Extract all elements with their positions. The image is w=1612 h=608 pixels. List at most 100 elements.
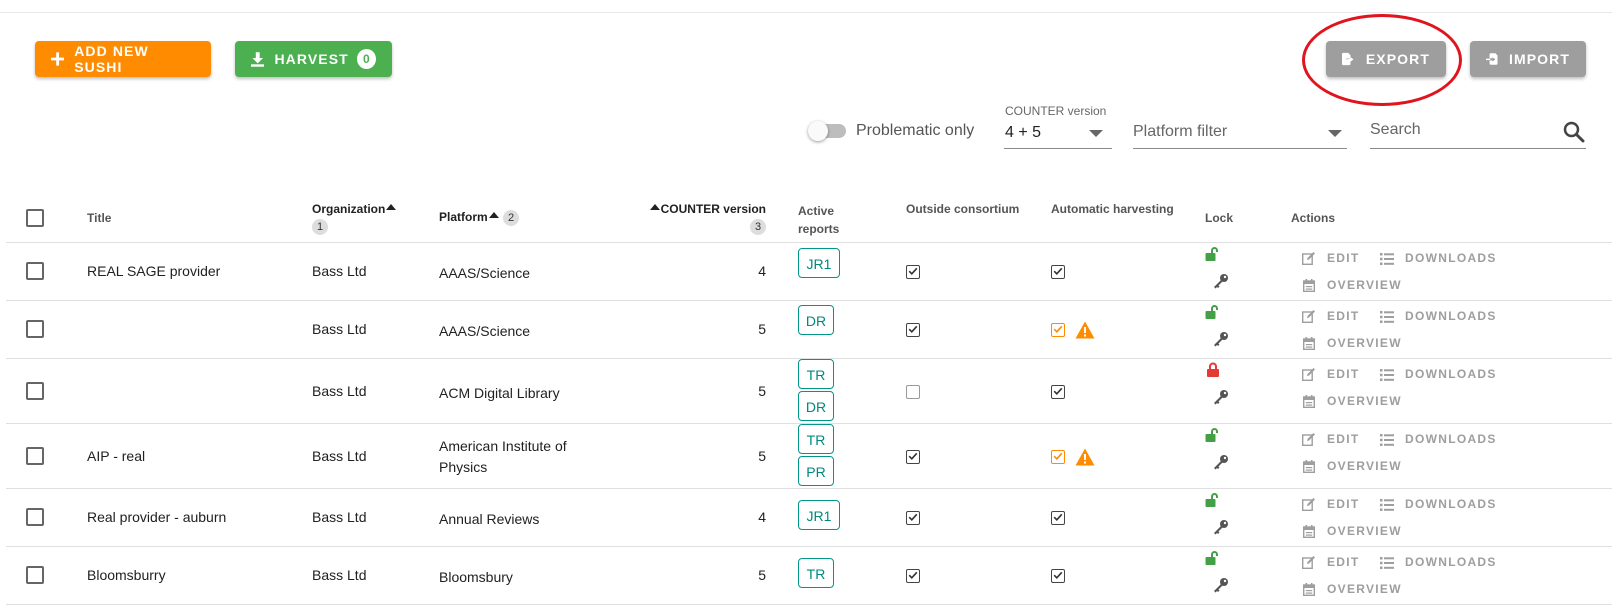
column-header-counter-version[interactable]: COUNTER version 3 <box>640 202 766 235</box>
row-platform[interactable]: AAAS/Science <box>439 263 599 284</box>
row-checkbox[interactable] <box>26 381 44 400</box>
row-checkbox[interactable] <box>26 566 44 584</box>
row-checkbox[interactable] <box>26 446 44 465</box>
row-counter-version: 4 <box>758 263 766 279</box>
pencil-icon <box>1301 433 1315 451</box>
row-platform[interactable]: American Institute of Physics <box>439 436 599 478</box>
lock-open-icon[interactable] <box>1205 246 1221 267</box>
row-platform[interactable]: Bloomsbury <box>439 567 599 588</box>
row-checkbox[interactable] <box>26 508 44 526</box>
report-chip[interactable]: TR <box>798 359 834 389</box>
harvest-label: HARVEST <box>274 51 349 67</box>
select-all-checkbox[interactable] <box>26 209 44 227</box>
column-header-platform[interactable]: Platform 2 <box>439 210 520 226</box>
row-checkbox[interactable] <box>26 320 44 338</box>
sort-order-badge: 3 <box>750 219 766 235</box>
harvest-button[interactable]: HARVEST 0 <box>235 41 392 77</box>
row-title: REAL SAGE provider <box>87 263 221 279</box>
downloads-action[interactable]: DOWNLOADS <box>1405 432 1497 446</box>
row-counter-version: 5 <box>758 382 766 399</box>
key-icon[interactable] <box>1213 577 1229 598</box>
row-checkbox[interactable] <box>26 262 44 280</box>
list-icon <box>1380 498 1394 516</box>
row-organization: Bass Ltd <box>312 321 367 337</box>
report-chip[interactable]: DR <box>798 391 834 421</box>
chevron-down-icon <box>1089 130 1103 137</box>
edit-action[interactable]: EDIT <box>1327 367 1360 381</box>
edit-action[interactable]: EDIT <box>1327 555 1360 569</box>
downloads-action[interactable]: DOWNLOADS <box>1405 497 1497 511</box>
downloads-action[interactable]: DOWNLOADS <box>1405 367 1497 381</box>
row-divider <box>6 242 1612 243</box>
calendar-icon <box>1302 583 1316 601</box>
key-icon[interactable] <box>1213 519 1229 540</box>
chevron-down-icon <box>1328 130 1342 137</box>
column-header-active-reports[interactable]: Active reports <box>798 202 848 238</box>
overview-action[interactable]: OVERVIEW <box>1327 394 1402 408</box>
automatic-harvesting-checkbox <box>1051 511 1065 525</box>
add-new-sushi-button[interactable]: ADD NEW SUSHI <box>35 41 211 77</box>
lock-open-icon[interactable] <box>1205 492 1221 513</box>
downloads-action[interactable]: DOWNLOADS <box>1405 251 1497 265</box>
key-icon[interactable] <box>1213 331 1229 352</box>
row-platform[interactable]: ACM Digital Library <box>439 383 599 404</box>
row-organization: Bass Ltd <box>312 509 367 525</box>
row-platform[interactable]: AAAS/Science <box>439 321 599 342</box>
list-icon <box>1380 368 1394 386</box>
key-icon[interactable] <box>1213 389 1229 410</box>
report-chip[interactable]: TR <box>798 558 834 588</box>
lock-open-icon[interactable] <box>1205 304 1221 325</box>
overview-action[interactable]: OVERVIEW <box>1327 582 1402 596</box>
edit-action[interactable]: EDIT <box>1327 432 1360 446</box>
column-header-organization[interactable]: Organization 1 <box>312 202 397 235</box>
row-platform[interactable]: Annual Reviews <box>439 509 599 530</box>
edit-action[interactable]: EDIT <box>1327 497 1360 511</box>
automatic-harvesting-checkbox <box>1051 449 1065 464</box>
lock-closed-icon[interactable] <box>1205 362 1221 383</box>
edit-action[interactable]: EDIT <box>1327 309 1360 323</box>
lock-open-icon[interactable] <box>1205 427 1221 448</box>
report-chip[interactable]: PR <box>798 456 834 486</box>
overview-action[interactable]: OVERVIEW <box>1327 459 1402 473</box>
automatic-harvesting-checkbox <box>1051 569 1065 583</box>
row-divider <box>6 488 1612 489</box>
sort-up-icon <box>386 204 397 210</box>
key-icon[interactable] <box>1213 454 1229 475</box>
overview-action[interactable]: OVERVIEW <box>1327 524 1402 538</box>
key-icon[interactable] <box>1213 273 1229 294</box>
harvest-count-badge: 0 <box>356 49 376 69</box>
outside-consortium-checkbox <box>906 449 920 464</box>
column-header-outside-consortium[interactable]: Outside consortium <box>906 202 1019 216</box>
outside-consortium-checkbox <box>906 569 920 583</box>
row-counter-version: 5 <box>758 447 766 464</box>
import-button[interactable]: IMPORT <box>1470 41 1586 77</box>
row-title: Bloomsburry <box>87 567 166 583</box>
problematic-only-toggle[interactable] <box>808 121 846 141</box>
column-header-actions: Actions <box>1291 211 1336 225</box>
import-label: IMPORT <box>1508 51 1570 67</box>
downloads-action[interactable]: DOWNLOADS <box>1405 309 1497 323</box>
column-header-title[interactable]: Title <box>87 211 111 225</box>
search-input[interactable] <box>1370 118 1540 142</box>
search-icon[interactable] <box>1563 121 1585 143</box>
edit-action[interactable]: EDIT <box>1327 251 1360 265</box>
calendar-icon <box>1302 337 1316 355</box>
pencil-icon <box>1301 368 1315 386</box>
overview-action[interactable]: OVERVIEW <box>1327 278 1402 292</box>
column-header-automatic-harvesting[interactable]: Automatic harvesting <box>1051 202 1174 216</box>
report-chip[interactable]: JR1 <box>798 248 840 278</box>
import-icon <box>1486 53 1498 65</box>
list-icon <box>1380 433 1394 451</box>
overview-action[interactable]: OVERVIEW <box>1327 336 1402 350</box>
downloads-action[interactable]: DOWNLOADS <box>1405 555 1497 569</box>
automatic-harvesting-checkbox <box>1051 323 1065 337</box>
report-chip[interactable]: DR <box>798 305 834 335</box>
outside-consortium-checkbox <box>906 384 920 399</box>
report-chip[interactable]: TR <box>798 424 834 454</box>
row-divider <box>6 300 1612 301</box>
lock-open-icon[interactable] <box>1205 550 1221 571</box>
column-header-lock[interactable]: Lock <box>1205 211 1233 225</box>
pencil-icon <box>1301 498 1315 516</box>
report-chip[interactable]: JR1 <box>798 500 840 530</box>
problematic-only-label: Problematic only <box>856 122 975 139</box>
